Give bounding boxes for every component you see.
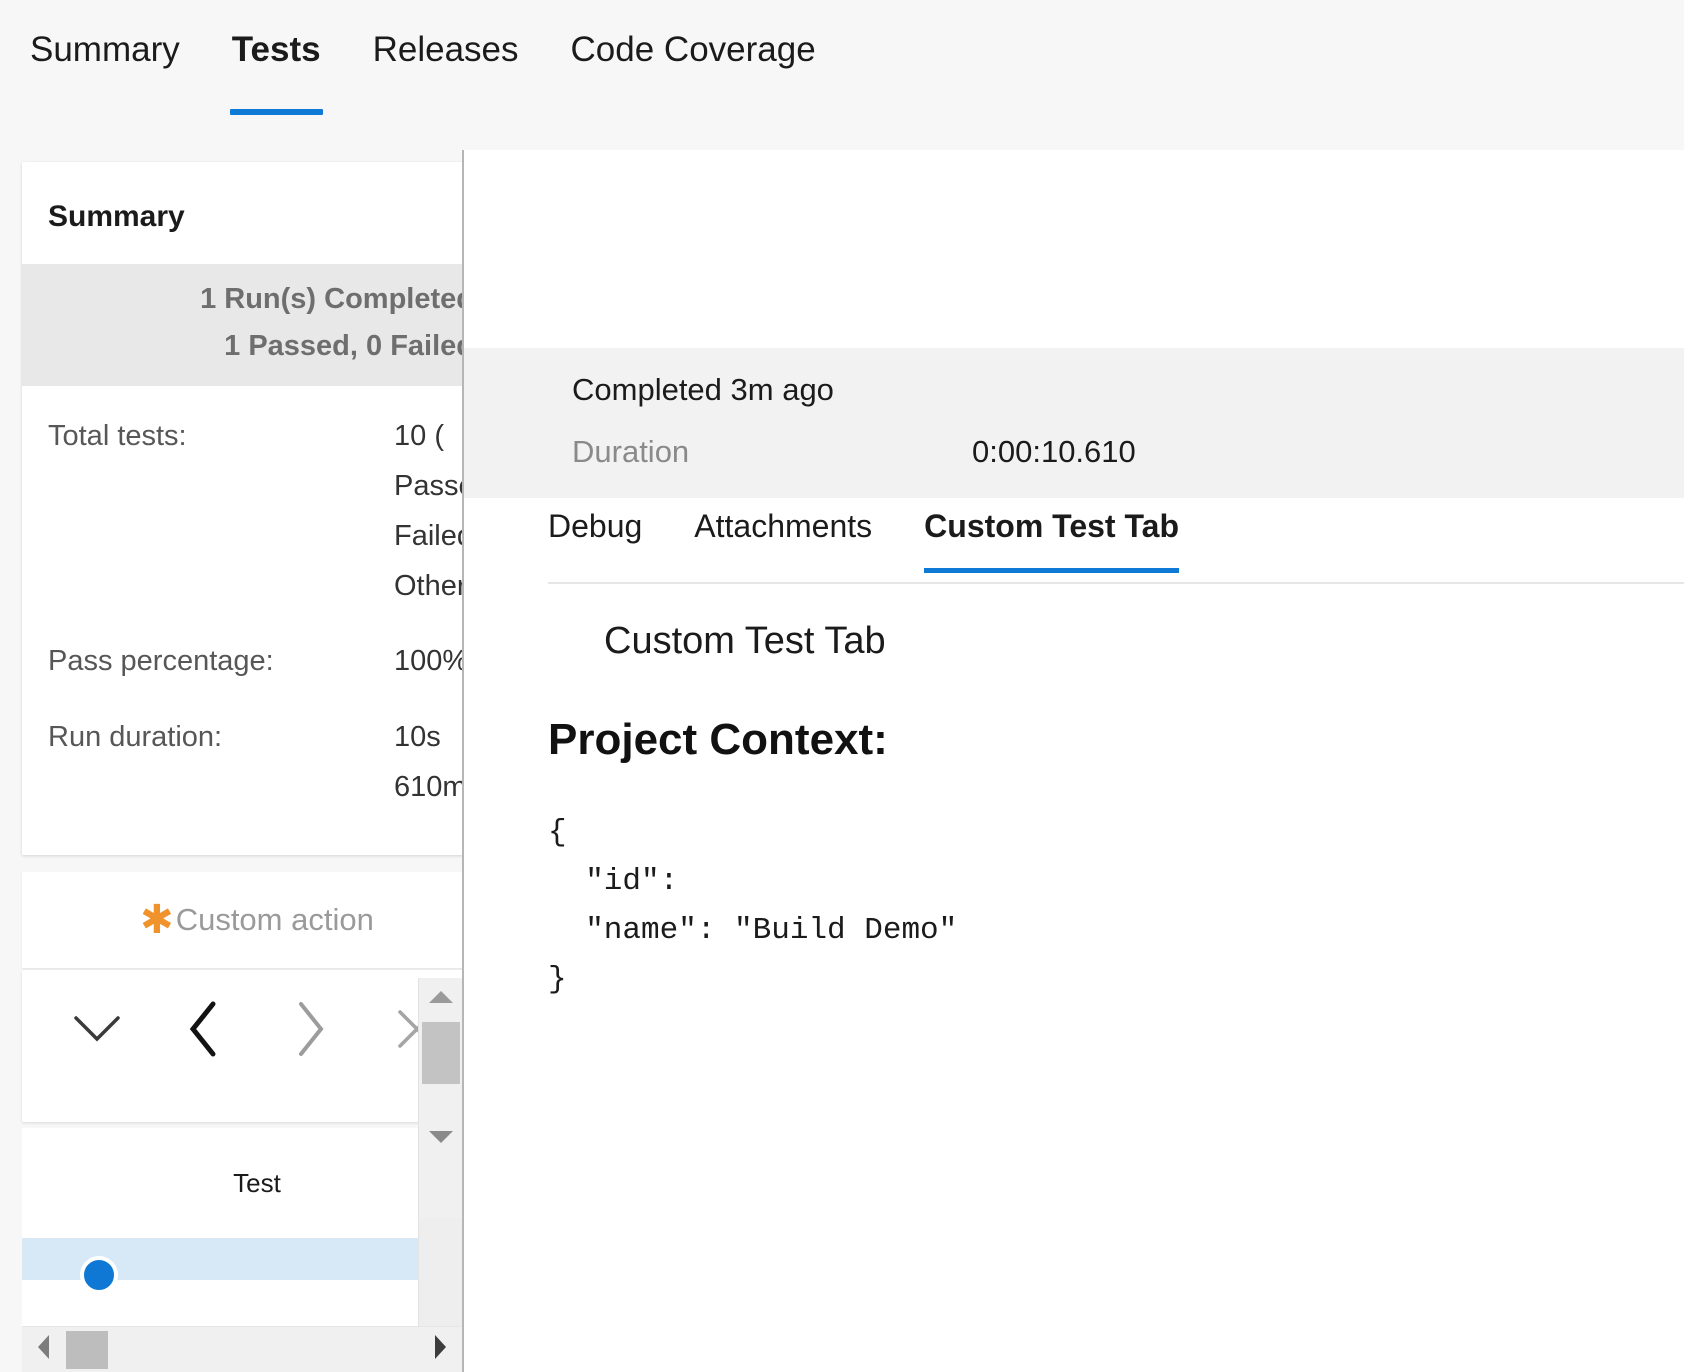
asterisk-icon: ✱ [140, 900, 174, 940]
chevron-left-icon [187, 1000, 221, 1058]
top-tab-code-coverage[interactable]: Code Coverage [569, 26, 818, 67]
collapse-button[interactable] [44, 1000, 151, 1058]
detail-nav-row [22, 970, 462, 1058]
stat-label-pass-percentage: Pass percentage: [48, 637, 394, 687]
grid-column-header-test[interactable]: Test [22, 1128, 462, 1238]
passed-failed-text: 1 Passed, 0 Failed [22, 323, 462, 370]
detail-nav-toolbar [22, 970, 462, 1122]
left-summary-column: Summary 1 Run(s) Completed 1 Passed, 0 F… [0, 150, 462, 1372]
stat-label-total-tests: Total tests: [48, 412, 394, 462]
stat-row-run-duration: Run duration: 10s 610ms [22, 713, 462, 813]
scroll-down-button[interactable] [419, 1118, 462, 1160]
custom-test-tab-content: Custom Test Tab Project Context: { "id":… [548, 620, 1684, 1372]
table-row[interactable] [22, 1238, 462, 1280]
top-tab-tests[interactable]: Tests [230, 26, 323, 67]
duration-row: Duration 0:00:10.610 [572, 434, 1684, 470]
top-tab-bar: Summary Tests Releases Code Coverage [0, 0, 1684, 160]
chevron-down-icon [74, 1014, 120, 1044]
run-duration-value: 10s [394, 721, 441, 753]
runs-completed-text: 1 Run(s) Completed [22, 276, 462, 323]
next-button[interactable] [257, 1000, 364, 1058]
stat-value-total-tests: 10 ( Passed Failed Other [394, 412, 462, 612]
run-duration-ms: 610ms [394, 763, 462, 813]
pass-percentage-value: 100% [394, 645, 462, 677]
tab-attachments[interactable]: Attachments [694, 508, 872, 571]
tab-custom-test-tab[interactable]: Custom Test Tab [924, 508, 1179, 571]
custom-tab-heading: Custom Test Tab [548, 620, 1684, 663]
detail-panel-header: Completed 3m ago Duration 0:00:10.610 [464, 348, 1684, 498]
duration-value: 0:00:10.610 [972, 434, 1136, 470]
previous-button[interactable] [151, 1000, 258, 1058]
project-context-json: { "id": "name": "Build Demo" } [548, 809, 1684, 1005]
app-root: Summary Tests Releases Code Coverage Sum… [0, 0, 1684, 1372]
project-context-heading: Project Context: [548, 715, 1684, 765]
total-tests-failed-line: Failed [394, 512, 462, 562]
stat-row-total-tests: Total tests: 10 ( Passed Failed Other [22, 412, 462, 612]
top-tab-summary[interactable]: Summary [28, 26, 182, 67]
stat-label-run-duration: Run duration: [48, 713, 394, 763]
duration-label: Duration [572, 434, 972, 470]
detail-tab-bar: Debug Attachments Custom Test Tab [548, 508, 1684, 584]
grid-horizontal-scrollbar[interactable] [22, 1326, 462, 1372]
summary-stats: Total tests: 10 ( Passed Failed Other Pa… [22, 386, 462, 813]
triangle-right-icon [433, 1334, 449, 1365]
grid-vertical-scrollbar[interactable] [418, 978, 462, 1218]
stat-row-pass-percentage: Pass percentage: 100% [22, 637, 462, 687]
stat-value-pass-percentage: 100% [394, 637, 462, 687]
test-detail-panel: Completed 3m ago Duration 0:00:10.610 De… [462, 150, 1684, 1372]
custom-action-label: Custom action [176, 902, 374, 938]
total-tests-passed-line: Passed [394, 462, 462, 512]
summary-card: Summary 1 Run(s) Completed 1 Passed, 0 F… [22, 162, 462, 855]
chevron-right-icon [293, 1000, 327, 1058]
vertical-scroll-thumb[interactable] [422, 1022, 460, 1084]
scroll-left-button[interactable] [22, 1327, 64, 1372]
stat-value-run-duration: 10s 610ms [394, 713, 462, 813]
total-tests-other-line: Other [394, 562, 462, 612]
completed-status-text: Completed 3m ago [572, 372, 1684, 408]
run-status-banner: 1 Run(s) Completed 1 Passed, 0 Failed [22, 264, 462, 386]
triangle-up-icon [428, 989, 454, 1010]
triangle-left-icon [35, 1334, 51, 1365]
scroll-up-button[interactable] [419, 978, 462, 1020]
custom-action-button[interactable]: ✱ Custom action [22, 872, 462, 968]
scroll-right-button[interactable] [420, 1327, 462, 1372]
summary-card-title: Summary [22, 162, 462, 264]
tab-debug[interactable]: Debug [548, 508, 642, 571]
top-tab-releases[interactable]: Releases [371, 26, 521, 67]
test-status-icon [80, 1256, 118, 1294]
total-tests-value: 10 ( [394, 420, 444, 452]
horizontal-scroll-thumb[interactable] [66, 1331, 108, 1369]
triangle-down-icon [428, 1129, 454, 1150]
